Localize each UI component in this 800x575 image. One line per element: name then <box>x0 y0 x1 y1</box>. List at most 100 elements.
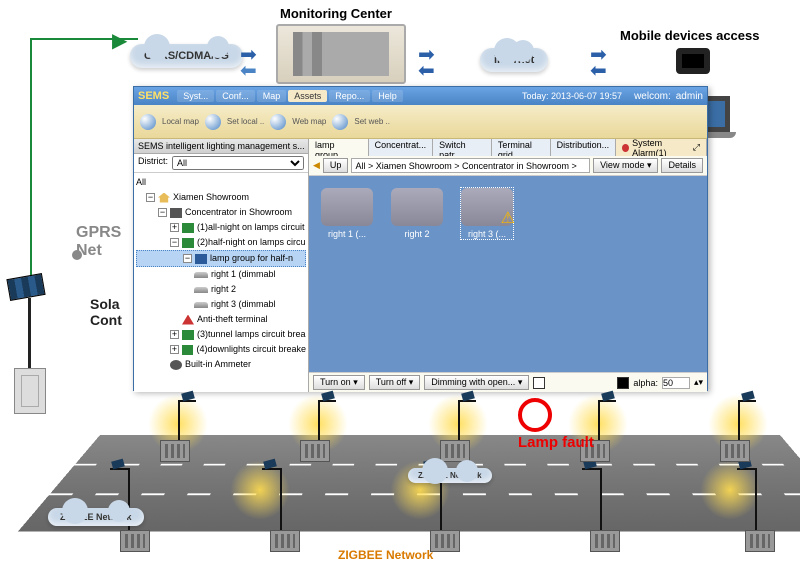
sidebar: SEMS intelligent lighting management s..… <box>134 139 309 392</box>
tree-node[interactable]: −Xiamen Showroom <box>136 190 306 205</box>
color-swatch[interactable] <box>533 377 545 389</box>
monitoring-center-label: Monitoring Center <box>280 6 392 21</box>
tab[interactable]: Terminal grid <box>492 139 551 156</box>
tree-node-selected[interactable]: −lamp group for half-n <box>136 250 306 267</box>
rtu-box <box>120 530 150 552</box>
alpha-label: alpha: <box>633 378 658 388</box>
district-label: District: <box>138 156 168 170</box>
tree-node[interactable]: −(2)half-night on lamps circu <box>136 235 306 250</box>
toolbar-label: Set web .. <box>354 117 390 126</box>
user-label: admin <box>676 91 703 102</box>
menubar: SEMS Syst... Conf... Map Assets Repo... … <box>134 87 707 105</box>
gprs-cloud: GPRS/CDMA/3G <box>130 44 243 68</box>
tree-node[interactable]: right 3 (dimmabl <box>136 297 306 312</box>
mobile-access-label: Mobile devices access <box>620 28 759 43</box>
rtu-box <box>300 440 330 462</box>
tree-node[interactable]: right 2 <box>136 282 306 297</box>
menu-item[interactable]: Repo... <box>329 90 370 102</box>
zigbee-text: ZIGBEE Network <box>418 471 482 480</box>
solar-cont-label: SolaCont <box>90 296 122 328</box>
tab[interactable]: Switch patr... <box>433 139 492 156</box>
tab[interactable]: Concentrat... <box>369 139 434 156</box>
tree[interactable]: All −Xiamen Showroom −Concentrator in Sh… <box>134 173 308 392</box>
rtu-box <box>430 530 460 552</box>
set-local-icon[interactable] <box>205 114 221 130</box>
menu-item[interactable]: Conf... <box>216 90 255 102</box>
tree-node[interactable]: All <box>136 175 306 190</box>
breadcrumb-path[interactable] <box>351 158 590 173</box>
lamp-canvas[interactable]: right 1 (... right 2 right 3 (... <box>309 176 707 372</box>
internet-cloud: internet <box>480 48 548 72</box>
link-line <box>30 38 32 288</box>
tree-node[interactable]: +(3)tunnel lamps circuit brea <box>136 327 306 342</box>
set-web-icon[interactable] <box>332 114 348 130</box>
tablet-icon <box>676 48 710 74</box>
main-panel: lamp group... Concentrat... Switch patr.… <box>309 139 707 392</box>
sidebar-title: SEMS intelligent lighting management s..… <box>134 139 308 154</box>
internet-cloud-text: internet <box>494 54 534 66</box>
rtu-box <box>745 530 775 552</box>
view-mode-button[interactable]: View mode ▾ <box>593 158 658 173</box>
turn-on-button[interactable]: Turn on ▾ <box>313 375 365 390</box>
alarm-dot-icon <box>622 144 629 152</box>
rtu-box <box>440 440 470 462</box>
arrow-left-icon: ➡ <box>418 58 435 83</box>
alpha-input[interactable] <box>662 377 690 389</box>
district-filter: District: All <box>134 154 308 173</box>
lamp-fault-label: Lamp fault <box>518 434 594 451</box>
dimming-button[interactable]: Dimming with open... ▾ <box>424 375 529 390</box>
tabs: lamp group... Concentrat... Switch patr.… <box>309 139 707 156</box>
local-map-icon[interactable] <box>140 114 156 130</box>
menu-item[interactable]: Map <box>257 90 287 102</box>
arrow-right-icon: ▶ <box>112 28 127 53</box>
bottom-bar: Turn on ▾ Turn off ▾ Dimming with open..… <box>309 372 707 392</box>
district-select[interactable]: All <box>172 156 304 170</box>
solar-panel <box>6 273 45 301</box>
zigbee-cloud: ZIGBEE Network <box>408 468 492 483</box>
rtu-box <box>270 530 300 552</box>
rtu-box <box>160 440 190 462</box>
menu-item[interactable]: Syst... <box>177 90 214 102</box>
stepper-icon[interactable]: ▴▾ <box>694 377 703 388</box>
system-alarm-tab[interactable]: System Alarm(1)⤢ <box>616 139 707 156</box>
lamp-item[interactable]: right 2 <box>391 188 443 239</box>
tree-node[interactable]: Built-in Ammeter <box>136 357 306 372</box>
arrow-left-icon: ➡ <box>590 58 607 83</box>
expand-icon[interactable]: ⤢ <box>693 142 700 153</box>
lamp-item[interactable]: right 1 (... <box>321 188 373 239</box>
menu-item[interactable]: Help <box>372 90 403 102</box>
toolbar-label: Local map <box>162 117 199 126</box>
zigbee-text: ZIGBEE Network <box>60 512 132 522</box>
toolbar-label: Web map <box>292 117 326 126</box>
fault-indicator-ring <box>518 398 552 432</box>
breadcrumb-bar: ◀ Up View mode ▾ Details <box>309 156 707 176</box>
color-swatch[interactable] <box>617 377 629 389</box>
turn-off-button[interactable]: Turn off ▾ <box>369 375 421 390</box>
rtu-box <box>720 440 750 462</box>
tree-node[interactable]: Anti-theft terminal <box>136 312 306 327</box>
tree-node[interactable]: right 1 (dimmabl <box>136 267 306 282</box>
control-cabinet <box>14 368 46 414</box>
tree-node[interactable]: −Concentrator in Showroom <box>136 205 306 220</box>
tree-node[interactable]: +(1)all-night on lamps circuit <box>136 220 306 235</box>
zigbee-cloud: ZIGBEE Network <box>48 508 144 526</box>
web-map-icon[interactable] <box>270 114 286 130</box>
today-label: Today: 2013-06-07 19:57 <box>522 91 622 101</box>
arrow-left-icon: ➡ <box>240 58 257 83</box>
gprs-net-label: GPRSNet <box>76 224 121 260</box>
tab[interactable]: Distribution... <box>551 139 617 156</box>
details-button[interactable]: Details <box>661 158 703 173</box>
gprs-cloud-text: GPRS/CDMA/3G <box>144 50 229 62</box>
node-dot <box>72 250 82 260</box>
zigbee-network-label: ZIGBEE Network <box>338 548 433 562</box>
back-icon[interactable]: ◀ <box>313 160 320 171</box>
up-button[interactable]: Up <box>323 158 349 173</box>
toolbar-label: Set local .. <box>227 117 264 126</box>
rtu-box <box>590 530 620 552</box>
sems-app-window: SEMS Syst... Conf... Map Assets Repo... … <box>133 86 708 391</box>
menu-item[interactable]: Assets <box>288 90 327 102</box>
tree-node[interactable]: +(4)downlights circuit breake <box>136 342 306 357</box>
lamp-item-fault[interactable]: right 3 (... <box>461 188 513 239</box>
toolbar: Local map Set local .. Web map Set web .… <box>134 105 707 139</box>
tab[interactable]: lamp group... <box>309 139 369 156</box>
